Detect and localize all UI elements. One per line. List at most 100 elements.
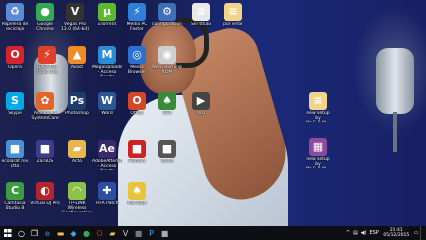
notifications-icon[interactable]: ▭ [412, 230, 420, 236]
desktop-icon[interactable]: ■ Filmora [122, 140, 152, 164]
app-icon: ■ [36, 140, 54, 158]
browser-icon: ◎ [128, 46, 146, 64]
photoshop-icon: Ps [68, 92, 86, 110]
start-button[interactable] [0, 226, 15, 240]
folder-icon[interactable]: ▰ [106, 226, 119, 240]
desktop-icon[interactable]: µ uTorrent [92, 3, 122, 27]
desktop-icon[interactable]: ■ ZaraOS [30, 140, 60, 164]
desktop-icon[interactable]: ♻ Papelera de reciclaje [0, 3, 30, 32]
desktop-icon-label: VID [197, 111, 205, 116]
desktop-icon-label: Vegas Pro 13.0 (64-bit) [60, 22, 90, 32]
desktop-icon[interactable]: ◠TP-LINK Wireless Configuration ... [62, 182, 92, 212]
desktop-icon-label: MegaUploader - Acceso directo [92, 65, 122, 76]
desktop-icon-label: AdobeAfterEffe... - Acceso directo [92, 159, 122, 170]
desktop-icon-label: Media Browser [127, 65, 147, 75]
vegas-icon[interactable]: V [119, 226, 132, 240]
desktop-icon[interactable]: ◉ Nero Burning ROM [152, 46, 182, 75]
volume-icon[interactable]: ◀) [359, 230, 368, 236]
file-explorer-icon[interactable]: ▬ [54, 226, 67, 240]
desktop-icon[interactable]: ◎ Media Browser [122, 46, 152, 75]
edge-icon[interactable]: e [41, 226, 54, 240]
shield-icon: ▲ [68, 46, 86, 64]
recycle-bin-icon: ♻ [6, 3, 24, 21]
desktop-icon[interactable]: ♠ Pac-Man [122, 182, 152, 206]
desktop-icon[interactable]: S Skype [0, 92, 30, 116]
desktop-icon[interactable]: MMegaUploader - Acceso directo [92, 46, 122, 76]
desktop-icon-label: Papelera de reciclaje [1, 22, 29, 32]
opera-icon[interactable]: O [93, 226, 106, 240]
clock[interactable]: 21:41 05/12/2015 [380, 228, 412, 238]
document-icon: ≡ [192, 3, 210, 21]
daemon-tools-icon: ⚡ [38, 46, 56, 64]
desktop-icon[interactable]: W Word [92, 92, 122, 116]
mega-icon: M [98, 46, 116, 64]
app-icon[interactable]: ■ [132, 226, 145, 240]
app-icon[interactable]: ■ [158, 226, 171, 240]
folder-icon: ▰ [68, 140, 86, 158]
desktop-icon[interactable]: ♠ GTA [152, 92, 182, 116]
desktop-icon[interactable]: ▦new setup by Mr.G.B.M... [303, 138, 333, 168]
network-icon[interactable]: ▤ [351, 230, 359, 236]
taskbar: ○ ❐ e ▬ ◆ ● O ▰ V ■ P ■ ^ ▤ ◀) ESP 21:41 05/12/20… [0, 226, 426, 240]
search-button[interactable]: ○ [15, 226, 28, 240]
desktop-icon[interactable]: ✿ Advanced SystemCare [30, 92, 60, 121]
desktop-icon-label: Skype [8, 111, 22, 116]
desktop-icon[interactable]: ⚡ DAEMON Tools Lite [32, 46, 62, 75]
desktop-icon[interactable]: ≡ Sin título [186, 3, 216, 27]
document-icon: ≡ [309, 92, 327, 110]
desktop-icon[interactable]: ▰ Acto [62, 140, 92, 164]
game-icon: ♠ [158, 92, 176, 110]
desktop-icon[interactable]: ● Google Chrome [30, 3, 60, 32]
desktop-icon[interactable]: ▶ VID [186, 92, 216, 116]
desktop-icon-label: Pac-Man [127, 201, 147, 206]
desktop-icon[interactable]: O Office [122, 92, 152, 116]
desktop-icon[interactable]: ≡ por error [218, 3, 248, 27]
desktop-icon-label: DAEMON Tools Lite [36, 65, 58, 75]
desktop-icon-label: Advanced SystemCare [31, 111, 59, 121]
desktop-icon-label: TP-LINK Wireless Configuration ... [62, 201, 92, 212]
desktop-icon[interactable]: AeAdobeAfterEffe... - Acceso directo [92, 140, 122, 170]
clock-date: 05/12/2015 [383, 233, 410, 238]
settings-icon: ⚙ [158, 3, 176, 21]
desktop-icon-label: ZaraOS [36, 159, 54, 164]
desktop-icon-label: Filmora [128, 159, 146, 164]
desktop-icon-label: por error [223, 22, 243, 27]
desktop-icon-label: Sin título [190, 22, 212, 27]
desktop-icon[interactable]: ▲ Avast [62, 46, 92, 70]
gear-icon: ✿ [36, 92, 54, 110]
dj-icon: ◐ [36, 182, 54, 200]
desktop-icon-label: Avast [70, 65, 84, 70]
desktop[interactable]: ♻ Papelera de reciclaje ● Google Chrome V Veg… [0, 0, 426, 226]
desktop-icon[interactable]: ⚙configuration... [152, 3, 182, 27]
photoshop-icon[interactable]: P [145, 226, 158, 240]
desktop-icon-label: GTA [162, 111, 172, 116]
desktop-icon-label: Icono [160, 159, 174, 164]
desktop-icon[interactable]: ■ ecolarat rev ctto [0, 140, 30, 169]
chrome-icon[interactable]: ● [80, 226, 93, 240]
desktop-icon-label: Media PC Faster [126, 22, 148, 32]
desktop-icon[interactable]: Ps Photoshop [62, 92, 92, 116]
show-desktop-button[interactable] [420, 226, 424, 240]
desktop-icon-label: Google Chrome [36, 22, 54, 32]
desktop-icon[interactable]: C Camtasia Studio 8 [0, 182, 30, 211]
desktop-icon-label: Nero Burning ROM [152, 65, 182, 75]
task-view-button[interactable]: ❐ [28, 226, 41, 240]
desktop-icon-label: Virtual DJ Pro [30, 201, 60, 206]
desktop-icon[interactable]: ≡new setup by Mr.G.B.M... [303, 92, 333, 122]
desktop-icon-label: uTorrent [97, 22, 117, 27]
store-icon[interactable]: ◆ [67, 226, 80, 240]
opera-icon: O [6, 46, 24, 64]
patch-icon: ✚ [98, 182, 116, 200]
desktop-icon[interactable]: O Opera [0, 46, 30, 70]
game-icon: ♠ [128, 182, 146, 200]
desktop-icon[interactable]: V Vegas Pro 13.0 (64-bit) [60, 3, 90, 32]
desktop-icon[interactable]: ⚡ Media PC Faster [122, 3, 152, 32]
utorrent-icon: µ [98, 3, 116, 21]
chevron-up-icon[interactable]: ^ [344, 230, 351, 236]
desktop-icon[interactable]: ✚ FIFA Patch [92, 182, 122, 206]
language-indicator[interactable]: ESP [368, 230, 380, 236]
wifi-icon: ◠ [68, 182, 86, 200]
desktop-icon[interactable]: ■ Icono [152, 140, 182, 164]
skype-icon: S [6, 92, 24, 110]
desktop-icon[interactable]: ◐ Virtual DJ Pro [30, 182, 60, 206]
